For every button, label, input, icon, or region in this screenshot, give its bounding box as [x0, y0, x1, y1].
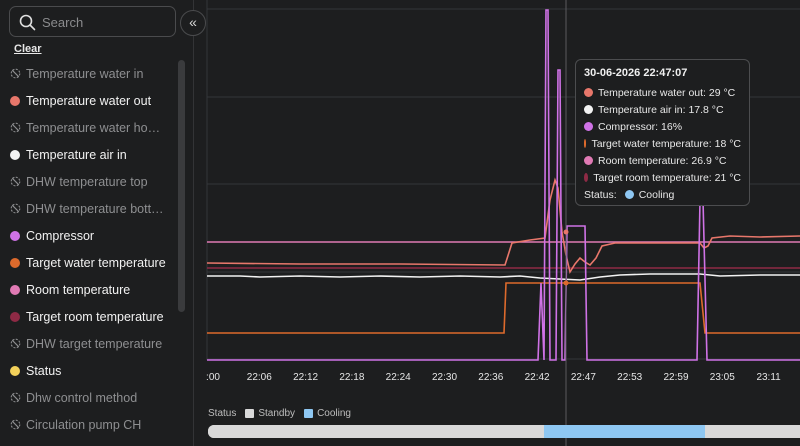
status-timeline-bar[interactable]: [208, 425, 800, 438]
status-segment-standby: [208, 425, 544, 438]
x-tick-label: 22:53: [617, 372, 642, 383]
status-legend-items: Standby Cooling: [236, 408, 351, 419]
tooltip-row-text: Target water temperature: 18 °C: [591, 137, 741, 150]
status-legend: Status Standby Cooling: [208, 408, 351, 419]
tooltip-row: Temperature air in: 17.8 °C: [584, 101, 741, 118]
tooltip-row: Room temperature: 26.9 °C: [584, 152, 741, 169]
cursor-point-water-out: [563, 229, 569, 235]
tooltip-series-dot: [584, 105, 593, 114]
tooltip-row: Target room temperature: 21 °C: [584, 169, 741, 186]
status-legend-swatch: [304, 409, 314, 418]
tooltip-rows: Temperature water out: 29 °C Temperature …: [584, 84, 741, 186]
x-tick-label: 23:11: [756, 372, 781, 383]
x-tick-label: 22:24: [386, 372, 411, 383]
x-tick-label: 22:30: [432, 372, 457, 383]
x-tick-label: 22:47: [571, 372, 596, 383]
tooltip-row: Temperature water out: 29 °C: [584, 84, 741, 101]
series-target-water-temperature-line: [207, 282, 800, 334]
tooltip-status-dot: [624, 190, 634, 199]
x-tick-label: 22:59: [663, 372, 688, 383]
status-legend-label: Standby: [258, 408, 296, 419]
status-legend-label: Cooling: [317, 408, 351, 419]
tooltip-row-text: Compressor: 16%: [598, 120, 683, 133]
cursor-point-target-water: [563, 280, 569, 286]
x-tick-label: 22:36: [478, 372, 503, 383]
x-tick-label: 22:42: [525, 372, 550, 383]
tooltip-row: Compressor: 16%: [584, 118, 741, 135]
tooltip-series-dot: [584, 156, 593, 165]
series-temperature-air-in-line: [207, 273, 800, 281]
collapse-sidebar-button[interactable]: «: [180, 10, 206, 36]
x-tick-label: 22:06: [247, 372, 272, 383]
x-tick-label: 23:05: [710, 372, 735, 383]
tooltip-row-text: Temperature air in: 17.8 °C: [598, 103, 724, 116]
x-tick-label: 22:12: [293, 372, 318, 383]
tooltip-series-dot: [584, 88, 593, 97]
tooltip-series-dot: [584, 122, 593, 131]
tooltip-series-dot: [584, 139, 587, 148]
tooltip-status-value: Cooling: [638, 188, 675, 201]
app-root: Clear Temperature water inTemperature wa…: [0, 0, 800, 446]
status-legend-swatch: [245, 409, 255, 418]
x-axis-ticks: :00 22:06 22:12 22:18 22:24 22:30 22:36 22:42 22…: [206, 372, 781, 383]
status-segment-standby: [705, 425, 800, 438]
tooltip-timestamp: 30-06-2026 22:47:07: [584, 67, 688, 79]
tooltip-row-text: Room temperature: 26.9 °C: [598, 154, 727, 167]
tooltip-row-text: Temperature water out: 29 °C: [598, 86, 736, 99]
tooltip-status-label: Status:: [584, 188, 617, 201]
x-tick-label: 22:18: [339, 372, 364, 383]
x-tick-label: :00: [206, 372, 220, 383]
status-legend-title: Status: [208, 408, 237, 419]
tooltip-row: Target water temperature: 18 °C: [584, 135, 741, 152]
chart-tooltip: 30-06-2026 22:47:07 Temperature water ou…: [575, 59, 750, 206]
tooltip-series-dot: [584, 173, 589, 182]
status-segment-cooling: [543, 425, 706, 438]
tooltip-row-text: Target room temperature: 21 °C: [593, 171, 741, 184]
tooltip-status-row: Status: Cooling: [584, 186, 741, 203]
